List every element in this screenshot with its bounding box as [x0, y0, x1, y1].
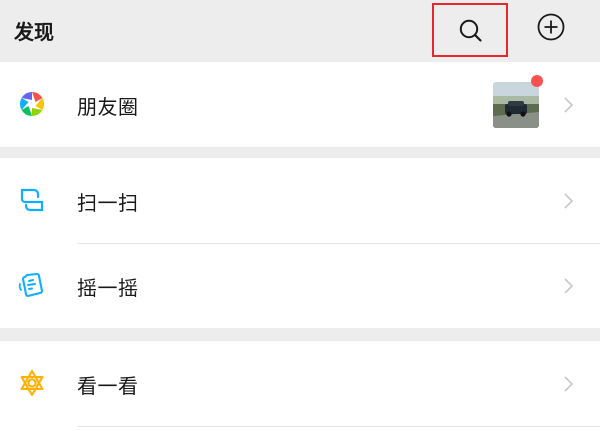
moments-row[interactable]: 朋友圈	[0, 62, 600, 147]
shake-row[interactable]: 摇一摇	[0, 243, 600, 328]
look-label: 看一看	[77, 374, 139, 398]
shake-icon	[18, 272, 44, 298]
look-icon	[20, 369, 44, 397]
top-bar: 发现	[0, 0, 600, 62]
shake-label: 摇一摇	[77, 276, 139, 300]
moments-aperture-icon	[19, 92, 45, 116]
moments-group: 朋友圈	[0, 62, 600, 147]
scan-row[interactable]: 扫一扫	[0, 158, 600, 243]
scan-label: 扫一扫	[77, 191, 139, 215]
moments-label: 朋友圈	[77, 95, 139, 119]
search-icon	[459, 19, 482, 42]
chevron-right-icon	[564, 376, 574, 392]
page-title: 发现	[14, 20, 54, 44]
look-group: 看一看	[0, 341, 600, 431]
notification-dot	[531, 75, 543, 87]
chevron-right-icon	[564, 278, 574, 294]
chevron-right-icon	[564, 97, 574, 113]
divider	[77, 426, 600, 427]
scan-shake-group: 扫一扫 摇一摇	[0, 158, 600, 328]
search-button[interactable]	[432, 3, 508, 57]
add-icon[interactable]	[536, 12, 566, 42]
moments-thumbnail	[493, 82, 539, 128]
chevron-right-icon	[564, 193, 574, 209]
look-row[interactable]: 看一看	[0, 341, 600, 426]
scan-icon	[20, 188, 44, 212]
